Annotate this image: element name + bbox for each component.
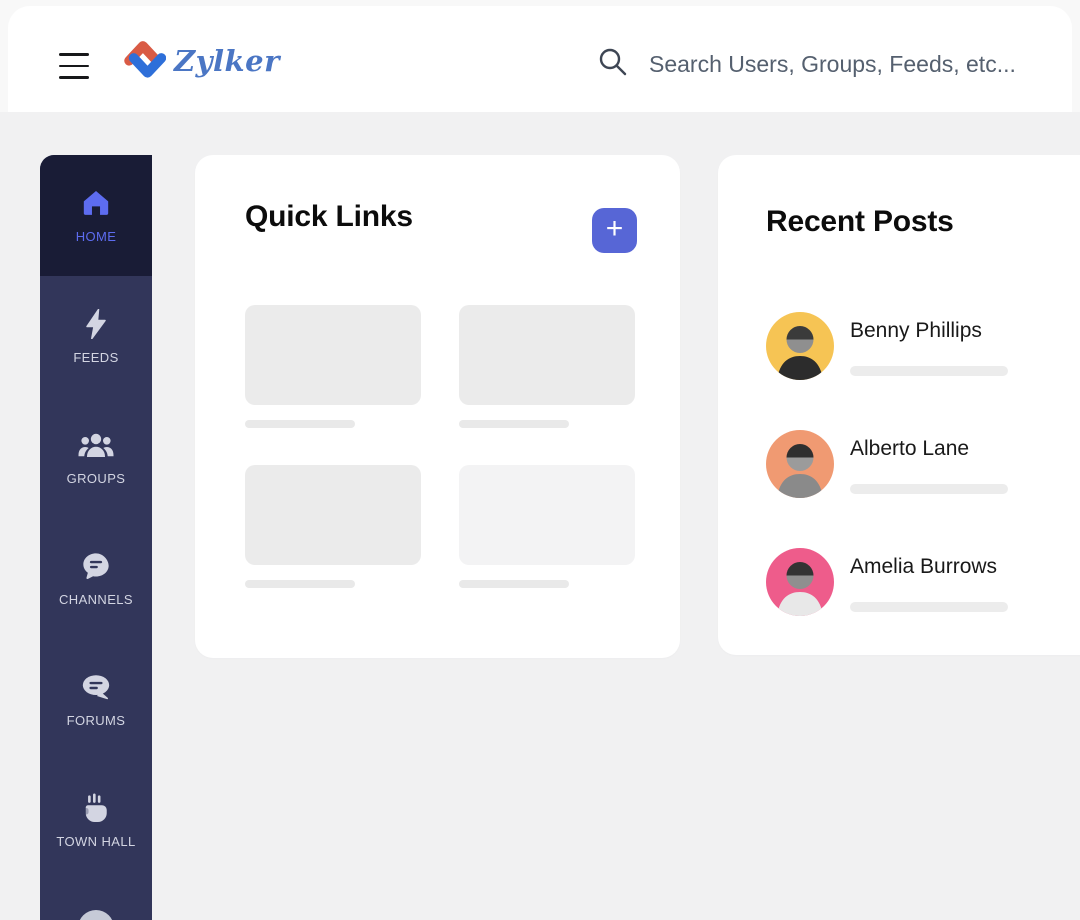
sidebar-item-groups[interactable]: GROUPS — [40, 397, 152, 518]
bolt-icon — [83, 308, 109, 340]
menu-button[interactable] — [55, 51, 93, 81]
home-icon — [81, 187, 111, 219]
sidebar-item-label: HOME — [75, 229, 117, 244]
post-text-skeleton — [850, 484, 1008, 494]
recent-post-item[interactable]: Alberto Lane — [766, 430, 1008, 498]
sidebar-item-town-hall[interactable]: TOWN HALL — [40, 760, 152, 881]
recent-post-item[interactable]: Amelia Burrows — [766, 548, 1008, 616]
quick-link-placeholder[interactable] — [245, 465, 421, 588]
logo-wordmark: Zylker — [174, 43, 280, 78]
search-icon — [597, 46, 629, 83]
sidebar-item-forums[interactable]: FORUMS — [40, 639, 152, 760]
post-author-name: Amelia Burrows — [850, 555, 998, 578]
raised-hand-icon — [82, 792, 110, 824]
quick-link-placeholder[interactable] — [459, 305, 635, 428]
chat-lines-icon — [81, 550, 111, 582]
post-text-skeleton — [850, 602, 1008, 612]
zylker-logo-icon — [118, 34, 167, 87]
add-quick-link-button[interactable]: + — [592, 208, 637, 253]
sidebar-item-label: FORUMS — [66, 713, 126, 728]
recent-posts-title: Recent Posts — [766, 205, 954, 238]
chat-bubble-icon — [80, 671, 112, 703]
recent-posts-list: Benny Phillips Alberto Lane Amelia Burro… — [766, 312, 1008, 616]
sidebar-item-channels[interactable]: CHANNELS — [40, 518, 152, 639]
sidebar: HOME FEEDS GROUPS CHANNELS FORUMS TOWN H… — [40, 155, 152, 920]
sidebar-item-label: FEEDS — [73, 350, 119, 365]
global-search[interactable]: Search Users, Groups, Feeds, etc... — [597, 46, 1016, 83]
next-item-icon-partial — [78, 910, 114, 920]
search-placeholder-text: Search Users, Groups, Feeds, etc... — [649, 51, 1016, 77]
quick-link-placeholder[interactable] — [245, 305, 421, 428]
avatar — [766, 430, 834, 498]
quick-links-grid — [245, 305, 635, 588]
post-author-name: Alberto Lane — [850, 437, 970, 460]
avatar — [766, 312, 834, 380]
recent-post-item[interactable]: Benny Phillips — [766, 312, 1008, 380]
recent-posts-card: Recent Posts Benny Phillips Alberto Lane… — [718, 155, 1080, 655]
sidebar-item-home[interactable]: HOME — [40, 155, 152, 276]
avatar — [766, 548, 834, 616]
quick-links-card: Quick Links + — [195, 155, 680, 658]
post-text-skeleton — [850, 366, 1008, 376]
app-header: Zylker Search Users, Groups, Feeds, etc.… — [8, 6, 1072, 112]
sidebar-item-label: GROUPS — [66, 471, 126, 486]
quick-links-title: Quick Links — [245, 200, 413, 233]
sidebar-item-label: TOWN HALL — [56, 834, 136, 849]
post-author-name: Benny Phillips — [850, 319, 982, 342]
sidebar-item-feeds[interactable]: FEEDS — [40, 276, 152, 397]
zylker-logo[interactable]: Zylker — [118, 34, 280, 87]
quick-link-placeholder[interactable] — [459, 465, 635, 588]
sidebar-item-label: CHANNELS — [59, 592, 133, 607]
people-icon — [78, 429, 114, 461]
